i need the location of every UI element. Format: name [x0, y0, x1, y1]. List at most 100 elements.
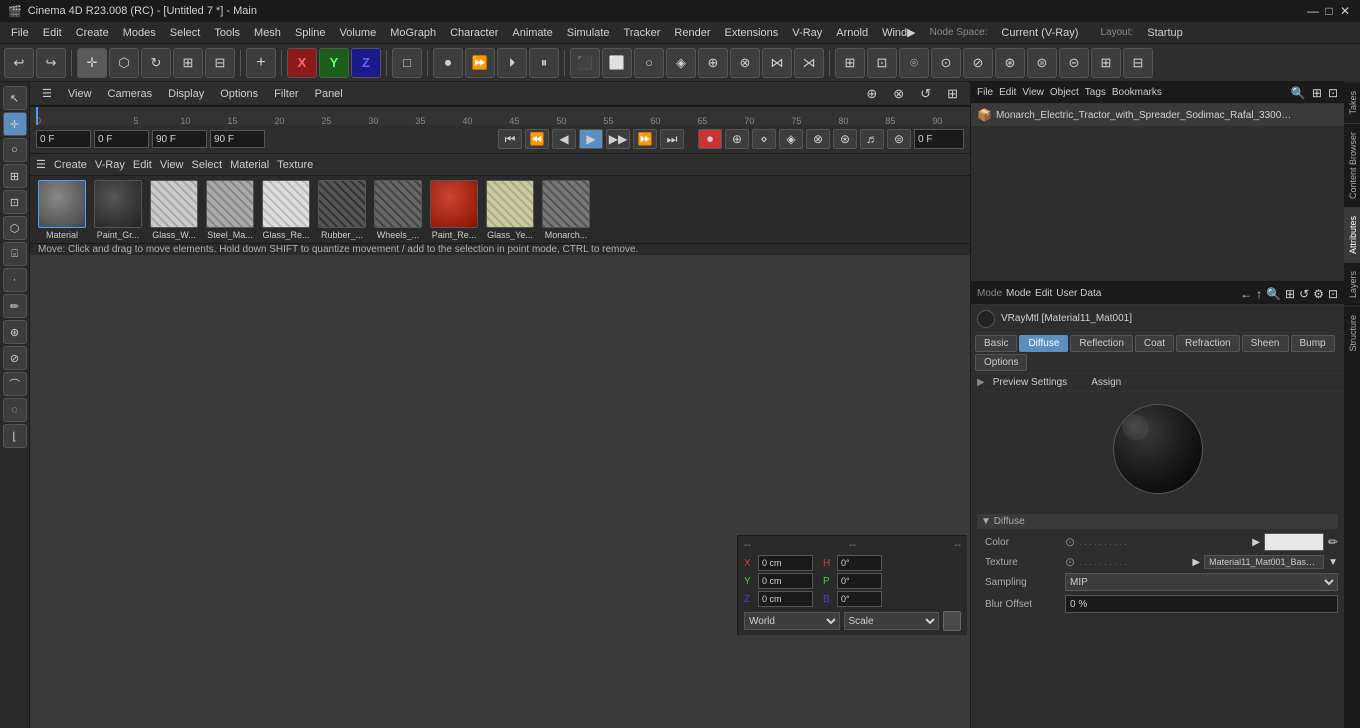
props-back-icon[interactable]: ←	[1240, 287, 1252, 301]
anim-button2[interactable]: ⏩	[465, 48, 495, 78]
tab-diffuse[interactable]: Diffuse	[1019, 335, 1068, 352]
light-button[interactable]: ◈	[666, 48, 696, 78]
material-item-6[interactable]: Wheels_...	[372, 180, 424, 240]
menu-file[interactable]: File	[4, 25, 36, 41]
menu-tracker[interactable]: Tracker	[617, 25, 668, 41]
close-btn[interactable]: ✕	[1338, 4, 1352, 18]
diffuse-section-header[interactable]: ▼ Diffuse	[977, 514, 1338, 529]
menu-mesh[interactable]: Mesh	[247, 25, 288, 41]
render2-button[interactable]: ⋊	[794, 48, 824, 78]
motion-record-button[interactable]: ⊗	[806, 129, 830, 149]
tab-sheen[interactable]: Sheen	[1242, 335, 1289, 352]
timeline-extra-button[interactable]: ⊜	[887, 129, 911, 149]
redo-button[interactable]: ↪	[36, 48, 66, 78]
lt-point[interactable]: ·	[3, 268, 27, 292]
object-mode-button[interactable]: □	[392, 48, 422, 78]
menu-simulate[interactable]: Simulate	[560, 25, 617, 41]
y-axis-button[interactable]: Y	[319, 48, 349, 78]
undo-button[interactable]: ↩	[4, 48, 34, 78]
obj-view-menu[interactable]: View	[1022, 87, 1044, 98]
menu-extensions[interactable]: Extensions	[717, 25, 785, 41]
menu-vray[interactable]: V-Ray	[785, 25, 829, 41]
texture-value-box[interactable]: Material11_Mat001_BaseCol...	[1204, 555, 1324, 569]
color-swatch[interactable]	[1264, 533, 1324, 551]
minimize-btn[interactable]: —	[1306, 4, 1320, 18]
material-item-7[interactable]: Paint_Re...	[428, 180, 480, 240]
extra1-button[interactable]: ⊞	[835, 48, 865, 78]
mat-material[interactable]: Material	[230, 159, 269, 171]
plane-button[interactable]: ⬜	[602, 48, 632, 78]
timeline-key-button[interactable]: ◈	[779, 129, 803, 149]
frame-end2-input[interactable]: 90 F	[210, 130, 265, 148]
extra8-button[interactable]: ⊝	[1059, 48, 1089, 78]
tab-refraction[interactable]: Refraction	[1176, 335, 1240, 352]
extra2-button[interactable]: ⊡	[867, 48, 897, 78]
tab-reflection[interactable]: Reflection	[1070, 335, 1132, 352]
menu-animate[interactable]: Animate	[505, 25, 559, 41]
tab-bump[interactable]: Bump	[1291, 335, 1335, 352]
material-item-3[interactable]: Steel_Ma...	[204, 180, 256, 240]
extra3-button[interactable]: ⌾	[899, 48, 929, 78]
sphere-button[interactable]: ○	[634, 48, 664, 78]
obj-search-icon[interactable]: 🔍	[1291, 86, 1306, 100]
obj-edit-menu[interactable]: Edit	[999, 87, 1016, 98]
menu-modes[interactable]: Modes	[116, 25, 163, 41]
deform-button[interactable]: ⊗	[730, 48, 760, 78]
lt-edge[interactable]: ⌻	[3, 242, 27, 266]
frame-end-input[interactable]: 90 F	[152, 130, 207, 148]
step-back-button[interactable]: ◀	[552, 129, 576, 149]
lt-sculpt[interactable]: ⊛	[3, 320, 27, 344]
lt-knife[interactable]: ⊘	[3, 346, 27, 370]
tab-attributes[interactable]: Attributes	[1344, 207, 1360, 262]
h-input[interactable]	[837, 555, 882, 571]
menu-wind[interactable]: Wind▶	[875, 24, 923, 41]
next-frame-button[interactable]: ⏩	[633, 129, 657, 149]
material-item-5[interactable]: Rubber_...	[316, 180, 368, 240]
frame-display[interactable]	[914, 129, 964, 149]
material-item-8[interactable]: Glass_Ye...	[484, 180, 536, 240]
mat-view[interactable]: View	[160, 159, 184, 171]
texture-arrow[interactable]: ▶	[1192, 557, 1200, 568]
extra6-button[interactable]: ⊛	[995, 48, 1025, 78]
scale-button[interactable]: ⊞	[173, 48, 203, 78]
menu-volume[interactable]: Volume	[333, 25, 384, 41]
move-tool-button[interactable]: ✛	[77, 48, 107, 78]
mat-edit[interactable]: Edit	[133, 159, 152, 171]
material-item-9[interactable]: Monarch...	[540, 180, 592, 240]
world-select[interactable]: World Object	[744, 612, 840, 630]
anim-mode-button[interactable]: ⊕	[725, 129, 749, 149]
lt-snap[interactable]: ⊡	[3, 190, 27, 214]
extra5-button[interactable]: ⊘	[963, 48, 993, 78]
x-pos-input[interactable]	[758, 555, 813, 571]
props-filter-icon[interactable]: ⊞	[1285, 287, 1295, 301]
extra9-button[interactable]: ⊞	[1091, 48, 1121, 78]
lt-measure[interactable]: ⌊	[3, 424, 27, 448]
lt-brush[interactable]: ✏	[3, 294, 27, 318]
node-space-value[interactable]: Current (V-Ray)	[994, 25, 1085, 41]
texture-more-icon[interactable]: ▼	[1328, 557, 1338, 568]
obj-object-menu[interactable]: Object	[1050, 87, 1079, 98]
maximize-btn[interactable]: □	[1322, 4, 1336, 18]
viewport-display-menu[interactable]: Display	[164, 86, 208, 102]
extra10-button[interactable]: ⊟	[1123, 48, 1153, 78]
tab-layers[interactable]: Layers	[1344, 262, 1360, 306]
tab-coat[interactable]: Coat	[1135, 335, 1174, 352]
lt-scale[interactable]: ⊞	[3, 164, 27, 188]
props-refresh-icon[interactable]: ↺	[1299, 287, 1309, 301]
anim-button4[interactable]: ⏸	[529, 48, 559, 78]
viewport-ctrl1[interactable]: ⊕	[862, 84, 881, 104]
select-button[interactable]: ⬡	[109, 48, 139, 78]
props-userdata-menu[interactable]: User Data	[1056, 288, 1101, 299]
viewport-options-menu[interactable]: Options	[216, 86, 262, 102]
lt-rotate[interactable]: ○	[3, 138, 27, 162]
something-button[interactable]: ⊟	[205, 48, 235, 78]
menu-edit[interactable]: Edit	[36, 25, 69, 41]
play-button[interactable]: ▶	[579, 129, 603, 149]
cube-button[interactable]: ⬛	[570, 48, 600, 78]
ik-button[interactable]: ⊛	[833, 129, 857, 149]
menu-select[interactable]: Select	[163, 25, 208, 41]
extra7-button[interactable]: ⊜	[1027, 48, 1057, 78]
color-enable-dot[interactable]: ⊙	[1065, 535, 1075, 549]
last-frame-button[interactable]: ⏭	[660, 129, 684, 149]
mat-vray[interactable]: V-Ray	[95, 159, 125, 171]
